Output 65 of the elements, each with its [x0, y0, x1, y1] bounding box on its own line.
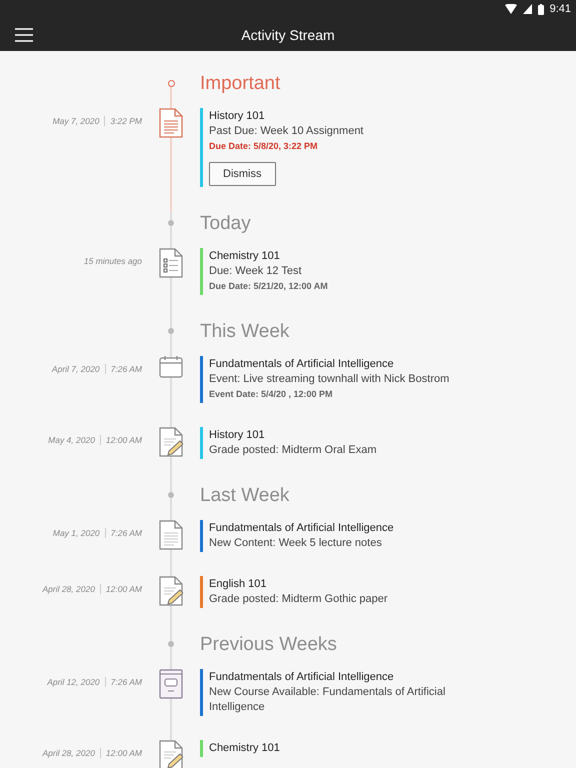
section-heading: Last Week	[200, 484, 290, 508]
item-time: 12:00 AM	[106, 435, 142, 445]
signal-icon	[522, 4, 532, 14]
item-date: April 12, 2020	[47, 677, 100, 687]
course-name: Chemistry 101	[209, 741, 280, 756]
course-name: History 101	[209, 428, 265, 443]
item-date: 15 minutes ago	[84, 256, 142, 266]
item-date: April 28, 2020	[42, 584, 95, 594]
battery-icon	[538, 4, 544, 14]
course-name: Fundatmentals of Artificial Intelligence	[209, 357, 394, 372]
timeline-dot	[168, 220, 174, 226]
item-date: May 4, 2020	[48, 435, 95, 445]
course-name: Fundatmentals of Artificial Intelligence	[209, 670, 394, 685]
item-time: 12:00 AM	[106, 748, 142, 758]
activity-card[interactable]: Fundatmentals of Artificial Intelligence New Course Available: Fundamentals of Artificial Intelligence	[200, 669, 466, 716]
activity-text: Due: Week 12 Test	[209, 264, 302, 279]
activity-text: Past Due: Week 10 Assignment	[209, 124, 364, 139]
item-date: April 7, 2020	[52, 364, 100, 374]
course-name: Fundatmentals of Artificial Intelligence	[209, 521, 394, 536]
activity-card[interactable]: Fundatmentals of Artificial Intelligence Event: Live streaming townhall with Nick Bostrom Event Date: 5/4/20 , 12:00 PM	[200, 356, 450, 403]
section-heading: This Week	[200, 320, 290, 344]
document-icon	[159, 108, 183, 138]
section-heading: Important	[200, 72, 280, 96]
item-time: 7:26 AM	[110, 528, 142, 538]
checklist-document-icon	[159, 248, 183, 278]
activity-text: New Content: Week 5 lecture notes	[209, 536, 382, 551]
activity-card[interactable]: Chemistry 101 Due: Week 12 Test Due Date: 5/21/20, 12:00 AM	[200, 248, 328, 295]
activity-text: Grade posted: Midterm Gothic paper	[209, 592, 388, 607]
activity-card[interactable]: History 101 Past Due: Week 10 Assignment Due Date: 5/8/20, 3:22 PM Dismiss	[200, 108, 364, 187]
course-name: History 101	[209, 109, 265, 124]
item-time: 12:00 AM	[106, 584, 142, 594]
activity-card[interactable]: History 101 Grade posted: Midterm Oral Exam	[200, 427, 377, 459]
section-heading: Today	[200, 212, 251, 236]
activity-text: Event: Live streaming townhall with Nick Bostrom	[209, 372, 450, 387]
item-time: 7:26 AM	[110, 364, 142, 374]
due-date: Due Date: 5/21/20, 12:00 AM	[209, 280, 328, 293]
menu-icon	[15, 28, 33, 42]
clock: 9:41	[550, 3, 571, 15]
timeline-dot	[168, 641, 174, 647]
course-name: Chemistry 101	[209, 249, 280, 264]
section-heading: Previous Weeks	[200, 633, 337, 657]
activity-card[interactable]: English 101 Grade posted: Midterm Gothic paper	[200, 576, 388, 608]
timeline-dot	[168, 328, 174, 334]
due-date: Event Date: 5/4/20 , 12:00 PM	[209, 388, 333, 401]
document-pencil-icon	[159, 427, 183, 457]
item-date: April 28, 2020	[42, 748, 95, 758]
course-name: English 101	[209, 577, 266, 592]
calendar-icon	[159, 356, 183, 378]
timeline-dot	[168, 80, 174, 87]
activity-card[interactable]: Chemistry 101	[200, 740, 280, 757]
activity-card[interactable]: Fundatmentals of Artificial Intelligence New Content: Week 5 lecture notes	[200, 520, 394, 552]
activity-text: Grade posted: Midterm Oral Exam	[209, 443, 377, 458]
document-icon	[159, 520, 183, 550]
item-time: 3:22 PM	[110, 116, 142, 126]
timeline-dot	[168, 492, 174, 498]
document-pencil-icon	[159, 576, 183, 606]
item-date: May 1, 2020	[52, 528, 100, 538]
dismiss-button[interactable]: Dismiss	[209, 162, 276, 186]
item-time: 7:26 AM	[110, 677, 142, 687]
due-date: Due Date: 5/8/20, 3:22 PM	[209, 140, 318, 153]
wifi-icon	[504, 4, 517, 14]
activity-text: New Course Available: Fundamentals of Artificial Intelligence	[209, 685, 446, 715]
item-date: May 7, 2020	[52, 116, 100, 126]
book-icon	[159, 669, 183, 699]
screen-title: Activity Stream	[240, 26, 336, 42]
